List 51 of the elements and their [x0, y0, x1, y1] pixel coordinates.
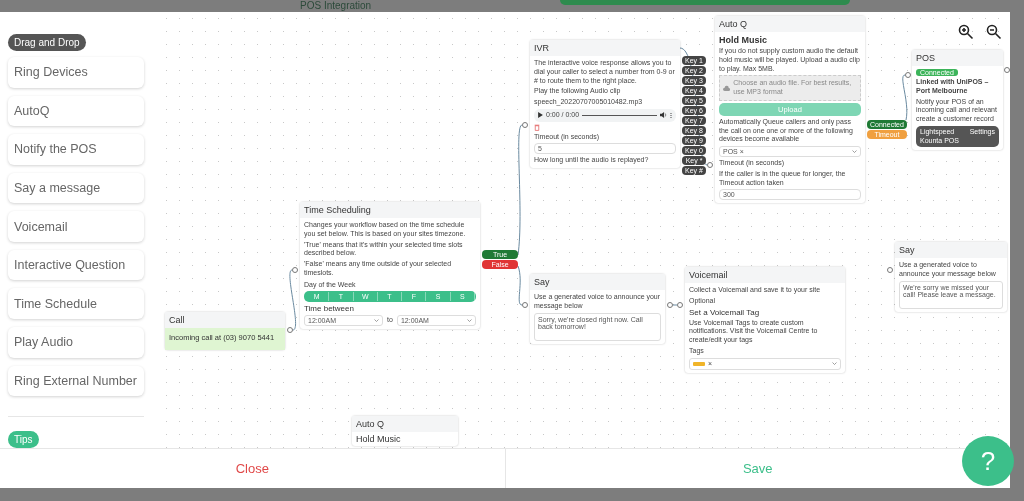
draggable-block[interactable]: Play Audio: [8, 326, 144, 358]
chevron-down-icon: [467, 319, 472, 323]
section-heading: Hold Music: [355, 433, 402, 446]
connection-port[interactable]: [292, 267, 298, 273]
connector-line: [289, 269, 296, 331]
node-title: Time Scheduling: [300, 202, 480, 218]
connection-port[interactable]: [522, 302, 528, 308]
field-label: Time between: [304, 304, 355, 314]
connector-line: [517, 265, 523, 306]
section-label: Drag and Drop: [8, 34, 86, 51]
connection-port[interactable]: [905, 72, 911, 78]
connection-port[interactable]: [287, 327, 293, 333]
volume-icon: [660, 112, 667, 119]
draggable-block[interactable]: Interactive Question: [8, 249, 144, 281]
page-title: POS Integration: [300, 0, 372, 12]
section-heading: Set a Voicemail Tag: [689, 307, 761, 317]
node-title: Auto Q: [352, 416, 458, 432]
cloud-upload-icon: [723, 84, 731, 92]
draggable-block[interactable]: Ring Devices: [8, 57, 144, 88]
connector-line: [672, 304, 678, 306]
chevron-down-icon: [374, 319, 380, 323]
zoom-in-icon[interactable]: [958, 24, 974, 40]
draggable-block[interactable]: Voicemail: [8, 211, 144, 242]
connection-port[interactable]: [522, 122, 528, 128]
chevron-down-icon: [852, 150, 857, 153]
draggable-block[interactable]: Ring External Number: [8, 365, 144, 397]
connector-line: [902, 74, 908, 121]
node-title: Say: [530, 274, 665, 290]
section-heading: Hold Music: [719, 35, 768, 45]
ivr-node[interactable]: [530, 40, 680, 168]
time-scheduling-node[interactable]: [300, 202, 480, 330]
auto-queue-node[interactable]: [715, 16, 865, 204]
draggable-block[interactable]: Notify the POS: [8, 134, 144, 165]
draggable-block[interactable]: AutoQ: [8, 95, 144, 127]
draggable-block[interactable]: Time Schedule: [8, 288, 144, 319]
node-title: IVR: [530, 40, 680, 56]
connection-port[interactable]: [1004, 67, 1010, 73]
play-icon: [538, 112, 543, 119]
node-title: Call: [165, 312, 285, 328]
zoom-out-icon[interactable]: [986, 24, 1002, 40]
tag-chip: [693, 361, 705, 366]
connection-port[interactable]: [887, 267, 893, 273]
chevron-down-icon: [832, 362, 837, 366]
auto-queue-node[interactable]: Auto Q Hold Music: [352, 416, 458, 446]
node-title: Auto Q: [715, 16, 865, 32]
node-title: Voicemail: [685, 267, 845, 283]
draggable-block[interactable]: Say a message: [8, 172, 144, 204]
node-title: POS: [912, 50, 1003, 66]
node-title: Say: [895, 242, 1007, 258]
trash-icon[interactable]: [534, 123, 540, 131]
connection-port[interactable]: [707, 162, 713, 168]
